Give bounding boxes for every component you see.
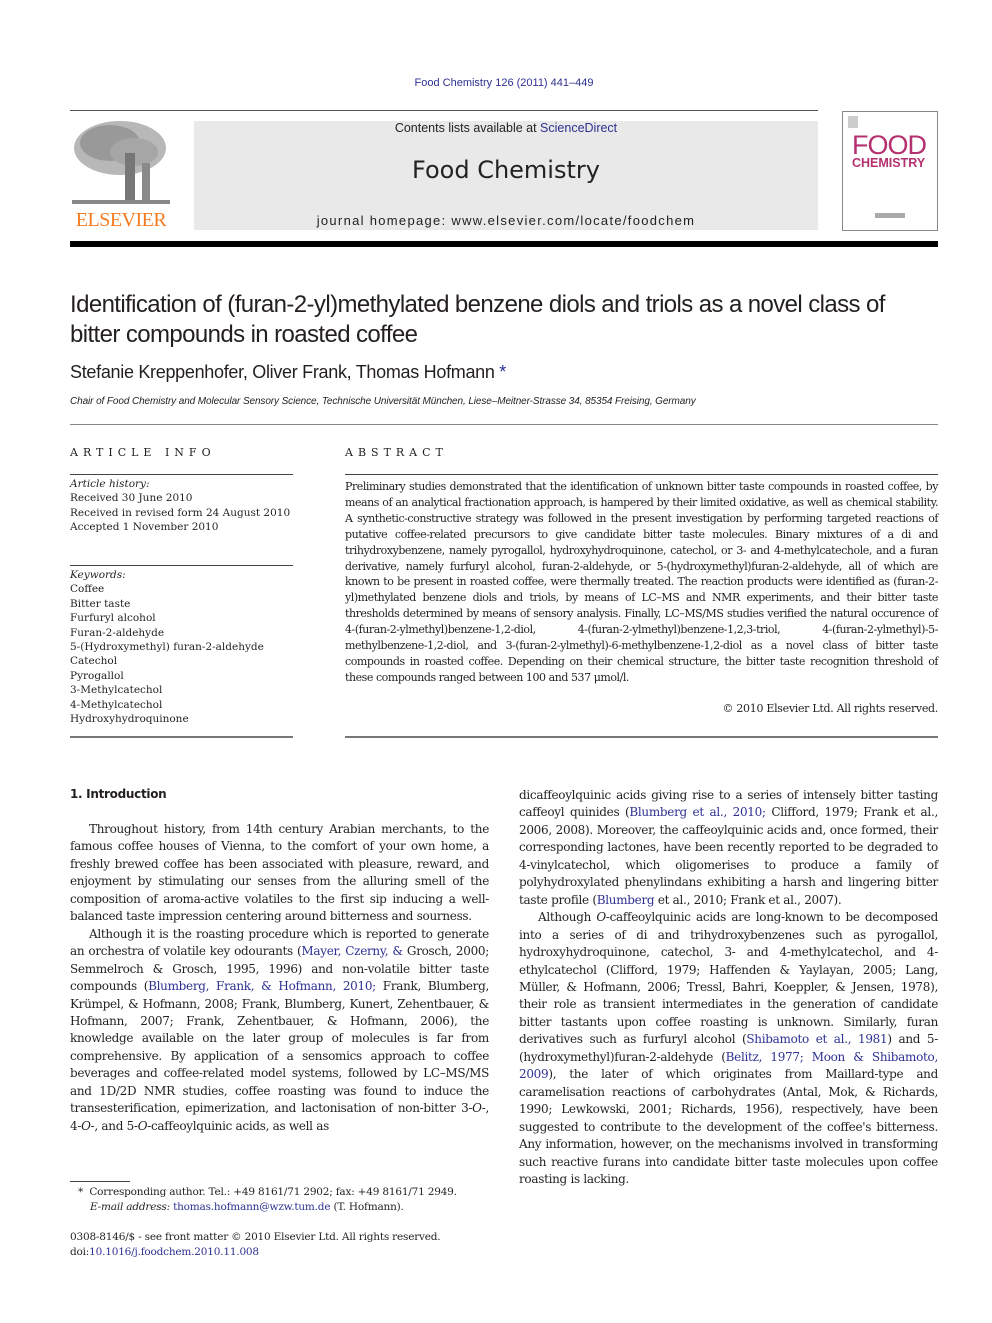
- email-note: E-mail address: thomas.hofmann@wzw.tum.d…: [70, 1200, 500, 1215]
- tree-icon: [72, 121, 170, 204]
- keyword: 4-Methylcatechol: [70, 698, 163, 711]
- doi-link[interactable]: 10.1016/j.foodchem.2010.11.008: [89, 1246, 259, 1258]
- corresponding-author-mark[interactable]: *: [499, 362, 506, 382]
- history-revised: Received in revised form 24 August 2010: [70, 506, 291, 519]
- divider: [345, 736, 938, 738]
- history-received: Received 30 June 2010: [70, 492, 193, 505]
- article-title: Identification of (furan-2-yl)methylated…: [70, 291, 885, 348]
- abstract-text: Preliminary studies demonstrated that th…: [345, 480, 938, 684]
- divider: [345, 474, 938, 475]
- elsevier-wordmark: ELSEVIER: [75, 209, 167, 231]
- history-label: Article history:: [70, 478, 150, 490]
- abstract-copyright: © 2010 Elsevier Ltd. All rights reserved…: [722, 702, 938, 715]
- keyword: Hydroxyhydroquinone: [70, 713, 189, 726]
- keywords: Keywords: Coffee Bitter taste Furfuryl a…: [70, 568, 293, 726]
- paragraph: Throughout history, from 14th century Ar…: [70, 822, 489, 924]
- citation-link[interactable]: Blumberg, Frank, & Hofmann, 2010;: [148, 979, 376, 993]
- article-info-heading: ARTICLE INFO: [70, 446, 216, 459]
- corresponding-text: Corresponding author. Tel.: +49 8161/71 …: [89, 1186, 457, 1198]
- text: O: [137, 1118, 148, 1133]
- keyword: 3-Methylcatechol: [70, 684, 163, 697]
- text: Although: [538, 910, 597, 925]
- body-column-left: Throughout history, from 14th century Ar…: [70, 821, 489, 1135]
- cover-title-chemistry: CHEMISTRY: [852, 156, 926, 170]
- citation-link[interactable]: Blumberg: [597, 893, 655, 907]
- history-accepted: Accepted 1 November 2010: [70, 521, 219, 534]
- abstract-heading: ABSTRACT: [345, 446, 448, 459]
- doi-line: doi:10.1016/j.foodchem.2010.11.008: [70, 1245, 500, 1260]
- corresponding-author-note: * Corresponding author. Tel.: +49 8161/7…: [70, 1185, 500, 1200]
- text: O: [472, 1101, 482, 1116]
- doi-label: doi:: [70, 1245, 90, 1258]
- authors: Stefanie Kreppenhofer, Oliver Frank, Tho…: [70, 362, 495, 382]
- text: et al., 2010; Frank et al., 2007).: [654, 892, 842, 907]
- keyword: Bitter taste: [70, 597, 131, 610]
- paragraph: Although O-caffeoylquinic acids are long…: [519, 909, 938, 1188]
- text: -caffeoylquinic acids, as well as: [147, 1118, 329, 1133]
- keyword: Furan-2-aldehyde: [70, 626, 165, 639]
- journal-cover[interactable]: FOOD CHEMISTRY: [842, 111, 938, 231]
- keyword: Pyrogallol: [70, 669, 124, 682]
- author-list: Stefanie Kreppenhofer, Oliver Frank, Tho…: [70, 362, 506, 383]
- email-link[interactable]: thomas.hofmann@wzw.tum.de: [173, 1201, 330, 1213]
- text: O: [596, 910, 606, 925]
- keyword: Furfuryl alcohol: [70, 612, 156, 625]
- divider: [70, 474, 293, 475]
- affiliation: Chair of Food Chemistry and Molecular Se…: [70, 396, 696, 407]
- keywords-label: Keywords:: [70, 569, 126, 581]
- journal-masthead: Contents lists available at ScienceDirec…: [194, 121, 818, 230]
- header-rule: [70, 110, 818, 111]
- contents-line: Contents lists available at ScienceDirec…: [194, 121, 818, 135]
- keyword: Coffee: [70, 583, 105, 596]
- text: O: [81, 1118, 91, 1133]
- citation-link[interactable]: Blumberg et al., 2010;: [629, 805, 766, 819]
- citation-link[interactable]: Shibamoto et al., 1981: [746, 1032, 887, 1046]
- text: ), the later of which originates from Ma…: [519, 1067, 938, 1186]
- contents-prefix: Contents lists available at: [394, 121, 541, 135]
- journal-homepage[interactable]: journal homepage: www.elsevier.com/locat…: [194, 213, 818, 228]
- publisher-mini-logo-icon: [848, 116, 858, 128]
- sciencedirect-mini-logo-icon: [875, 213, 905, 218]
- text: -, and 5-: [90, 1118, 138, 1133]
- keyword: Catechol: [70, 655, 118, 668]
- issn-copyright: 0308-8146/$ - see front matter © 2010 El…: [70, 1231, 441, 1243]
- text: Frank, Blumberg, Krümpel, & Hofmann, 200…: [70, 979, 489, 1116]
- masthead-rule: [70, 241, 938, 247]
- front-matter: 0308-8146/$ - see front matter © 2010 El…: [70, 1230, 500, 1259]
- text: -caffeoylquinic acids are long-known to …: [519, 910, 938, 1047]
- divider: [70, 565, 293, 566]
- journal-name: Food Chemistry: [412, 156, 600, 184]
- text: Clifford, 1979; Frank et al., 2006, 2008…: [519, 805, 938, 907]
- journal-citation[interactable]: Food Chemistry 126 (2011) 441–449: [0, 77, 992, 89]
- paragraph: Although it is the roasting procedure wh…: [70, 926, 489, 1135]
- email-label: E-mail address:: [90, 1200, 170, 1213]
- keyword: 5-(Hydroxymethyl) furan-2-aldehyde: [70, 641, 264, 654]
- body-column-right: dicaffeoylquinic acids giving rise to a …: [519, 787, 938, 1188]
- divider: [70, 424, 938, 425]
- citation-link[interactable]: Mayer, Czerny, &: [301, 944, 403, 958]
- footnote-rule: [70, 1181, 130, 1182]
- section-heading-introduction: 1. Introduction: [70, 787, 167, 801]
- paragraph: dicaffeoylquinic acids giving rise to a …: [519, 787, 938, 909]
- divider: [70, 736, 293, 738]
- sciencedirect-link[interactable]: ScienceDirect: [540, 121, 617, 135]
- elsevier-logo[interactable]: ELSEVIER: [70, 118, 172, 232]
- article-history: Article history: Received 30 June 2010 R…: [70, 477, 293, 535]
- email-suffix: (T. Hofmann).: [330, 1200, 404, 1213]
- footnote: * Corresponding author. Tel.: +49 8161/7…: [70, 1185, 500, 1214]
- footnote-mark: *: [78, 1186, 84, 1198]
